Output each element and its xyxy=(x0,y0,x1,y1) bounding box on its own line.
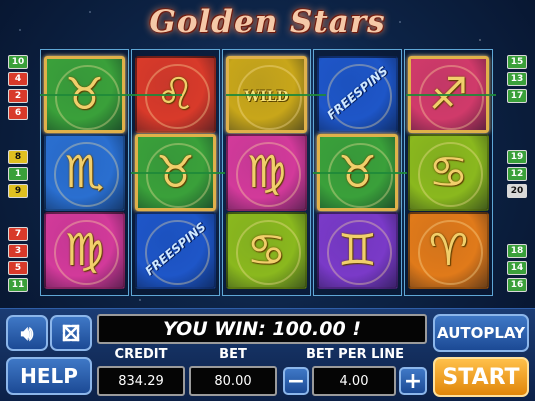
symbol-slot: ♊ xyxy=(317,212,398,289)
reel-3: WILD ♍ ♋ xyxy=(222,49,311,296)
bet-increase-button[interactable]: + xyxy=(399,367,427,395)
payline-badge: 10 xyxy=(8,55,28,69)
payline-badge: 18 xyxy=(507,244,527,258)
payline-badge: 20 xyxy=(507,184,527,198)
payline-badge: 19 xyxy=(507,150,527,164)
payline-badge: 14 xyxy=(507,261,527,275)
win-line-segment xyxy=(40,94,182,96)
win-line-segment xyxy=(406,94,496,96)
payline-badge: 3 xyxy=(8,244,28,258)
reel-5: ♐ ♋ ♈ xyxy=(404,49,493,296)
reel-area: ♉ ♏ ♍ ♌ ♉ FREESPINS WILD ♍ ♋ FREESPINS ♉… xyxy=(40,49,495,296)
symbol-slot: ♋ xyxy=(408,134,489,211)
win-display: YOU WIN: 100.00 ! xyxy=(97,314,427,344)
bet-per-line-label: BET PER LINE xyxy=(305,347,404,362)
payline-badge: 9 xyxy=(8,184,28,198)
help-button[interactable]: HELP xyxy=(6,357,92,395)
payline-badge: 15 xyxy=(507,55,527,69)
virgo-icon: ♍ xyxy=(246,147,287,198)
symbol-slot: ♈ xyxy=(408,212,489,289)
game-title: Golden Stars xyxy=(149,4,386,40)
payline-badge: 17 xyxy=(507,89,527,103)
wild-symbol-text: WILD xyxy=(244,89,289,105)
bet-value: 80.00 xyxy=(189,366,277,396)
payline-badge: 8 xyxy=(8,150,28,164)
autoplay-button[interactable]: AUTOPLAY xyxy=(433,314,529,352)
symbol-slot: ♏ xyxy=(44,134,125,211)
reel-1: ♉ ♏ ♍ xyxy=(40,49,129,296)
win-line-segment xyxy=(226,94,326,96)
payline-badge: 7 xyxy=(8,227,28,241)
scorpio-icon: ♏ xyxy=(64,147,105,198)
payline-badge: 12 xyxy=(507,167,527,181)
speaker-icon: 🔊︎ xyxy=(20,321,34,345)
payline-badge: 11 xyxy=(8,278,28,292)
win-line-segment xyxy=(131,172,225,174)
symbol-slot: ♋ xyxy=(226,212,307,289)
bet-per-line-value: 4.00 xyxy=(312,366,396,396)
control-panel: 🔊︎ HELP YOU WIN: 100.00 ! CREDIT 834.29 … xyxy=(0,308,535,401)
symbol-slot: FREESPINS xyxy=(135,212,216,289)
payline-badge: 5 xyxy=(8,261,28,275)
symbol-slot: FREESPINS xyxy=(317,56,398,133)
start-button[interactable]: START xyxy=(433,357,529,397)
fullscreen-button[interactable] xyxy=(50,315,92,351)
payline-badge: 4 xyxy=(8,72,28,86)
gemini-icon: ♊ xyxy=(337,225,378,276)
cancer-icon: ♋ xyxy=(428,147,469,198)
payline-badge: 1 xyxy=(8,167,28,181)
payline-badge: 6 xyxy=(8,106,28,120)
credit-label: CREDIT xyxy=(114,347,168,362)
symbol-slot: ♍ xyxy=(44,212,125,289)
virgo-icon: ♍ xyxy=(64,225,105,276)
cancer-icon: ♋ xyxy=(246,225,287,276)
payline-badge: 16 xyxy=(507,278,527,292)
payline-badge: 13 xyxy=(507,72,527,86)
credit-value: 834.29 xyxy=(97,366,185,396)
symbol-slot: ♍ xyxy=(226,134,307,211)
bet-decrease-button[interactable]: − xyxy=(283,367,309,395)
win-line-segment xyxy=(313,172,407,174)
payline-badge: 2 xyxy=(8,89,28,103)
aries-icon: ♈ xyxy=(428,225,469,276)
fullscreen-arrows-icon xyxy=(62,324,80,342)
bet-label: BET xyxy=(219,347,247,362)
sound-button[interactable]: 🔊︎ xyxy=(6,315,48,351)
